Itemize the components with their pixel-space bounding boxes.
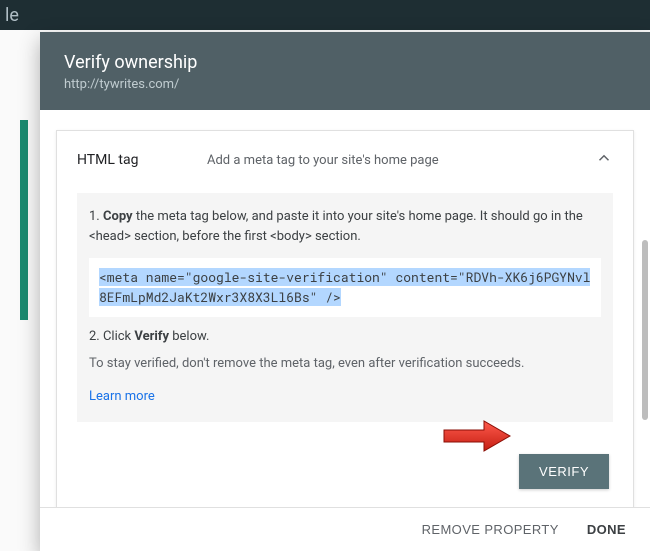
learn-more-link[interactable]: Learn more [89, 389, 155, 404]
chevron-up-icon[interactable] [595, 149, 613, 171]
modal-title: Verify ownership [64, 52, 626, 73]
html-tag-card: HTML tag Add a meta tag to your site's h… [56, 130, 634, 507]
verify-row: VERIFY [77, 430, 613, 497]
green-accent-stripe [20, 120, 28, 320]
modal-header: Verify ownership http://tywrites.com/ [40, 32, 650, 110]
code-highlighted-text: <meta name="google-site-verification" co… [99, 268, 590, 306]
scrollbar-thumb[interactable] [642, 240, 648, 420]
instruction-box: 1. Copy the meta tag below, and paste it… [77, 193, 613, 422]
verify-ownership-modal: Verify ownership http://tywrites.com/ HT… [40, 32, 650, 551]
verify-button[interactable]: VERIFY [519, 454, 609, 489]
modal-subtitle: http://tywrites.com/ [64, 77, 626, 92]
card-header[interactable]: HTML tag Add a meta tag to your site's h… [77, 149, 613, 171]
modal-footer: REMOVE PROPERTY DONE [40, 507, 650, 551]
meta-tag-code[interactable]: <meta name="google-site-verification" co… [89, 258, 601, 317]
modal-body: HTML tag Add a meta tag to your site's h… [40, 110, 650, 507]
app-header-partial: le [0, 0, 650, 30]
step-2-text: 2. Click Verify below. [89, 329, 601, 344]
card-subtitle: Add a meta tag to your site's home page [207, 153, 595, 168]
step-1-text: 1. Copy the meta tag below, and paste it… [89, 207, 601, 246]
remove-property-button[interactable]: REMOVE PROPERTY [422, 522, 559, 537]
scrollbar[interactable] [642, 240, 648, 470]
card-title: HTML tag [77, 152, 207, 168]
stay-verified-note: To stay verified, don't remove the meta … [89, 356, 601, 371]
done-button[interactable]: DONE [587, 522, 626, 537]
